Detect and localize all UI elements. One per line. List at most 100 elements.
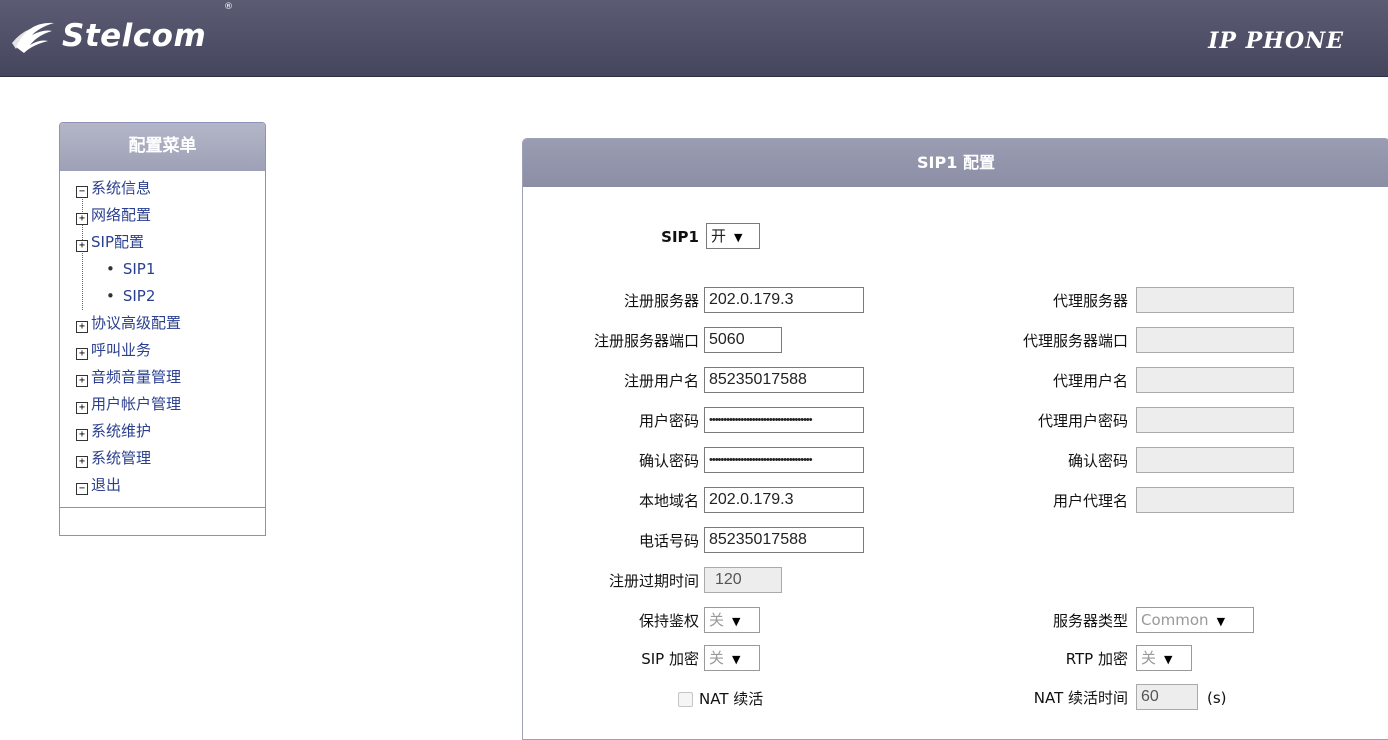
config-menu: 配置菜单 − 系统信息 + 网络配置 + SIP配置 • SIP1 • SIP2 + 协议高…: [59, 122, 266, 536]
sip1-config-panel: SIP1 配置 SIP1 开 ▼ 注册服务器 202.0.179.3 注册服务器端…: [522, 138, 1388, 740]
phone-number-label: 电话号码: [638, 532, 699, 550]
menu-footer-divider: [60, 507, 265, 508]
reg-username-input[interactable]: 85235017588: [704, 367, 864, 393]
local-domain-label: 本地域名: [638, 492, 699, 510]
menu-item-label: 用户帐户管理: [91, 395, 182, 413]
user-agent-label: 用户代理名: [1052, 492, 1128, 510]
reg-username-label: 注册用户名: [623, 372, 699, 390]
dropdown-arrow-icon: ▼: [734, 231, 743, 244]
reg-server-label: 注册服务器: [623, 292, 699, 310]
select-value: 关: [709, 649, 725, 667]
expand-icon[interactable]: +: [76, 375, 88, 387]
menu-item-label: 系统管理: [91, 449, 152, 467]
sip1-enable-select[interactable]: 开 ▼: [706, 223, 760, 249]
dropdown-arrow-icon: ▼: [732, 653, 741, 666]
menu-item-audio-volume[interactable]: + 音频音量管理: [60, 364, 265, 391]
menu-item-logout[interactable]: − 退出: [60, 472, 265, 499]
reg-expire-input[interactable]: 120: [704, 567, 782, 593]
menu-item-system-info[interactable]: − 系统信息: [60, 175, 265, 202]
proxy-server-input[interactable]: [1136, 287, 1294, 313]
expand-icon[interactable]: +: [76, 402, 88, 414]
sip-encryption-label: SIP 加密: [641, 650, 699, 668]
proxy-confirm-password-input[interactable]: [1136, 447, 1294, 473]
select-value: 关: [709, 611, 725, 629]
rtp-encryption-select[interactable]: 关 ▼: [1136, 645, 1192, 671]
brand-name: Stelcom: [62, 18, 207, 54]
local-domain-input[interactable]: 202.0.179.3: [704, 487, 864, 513]
menu-item-sip-config[interactable]: + SIP配置: [60, 229, 265, 256]
keep-auth-label: 保持鉴权: [638, 612, 699, 630]
proxy-username-label: 代理用户名: [1052, 372, 1128, 390]
stelcom-logo-icon: [12, 22, 54, 53]
server-type-label: 服务器类型: [1052, 612, 1128, 630]
menu-item-label: 网络配置: [91, 206, 152, 224]
user-password-input[interactable]: ••••••••••••••••••••••••••••••••••••: [704, 407, 864, 433]
expand-icon[interactable]: +: [76, 429, 88, 441]
server-type-select[interactable]: Common ▼: [1136, 607, 1254, 633]
expand-icon[interactable]: +: [76, 240, 88, 252]
menu-item-system-admin[interactable]: + 系统管理: [60, 445, 265, 472]
select-value: Common: [1141, 611, 1209, 629]
proxy-confirm-password-label: 确认密码: [1067, 452, 1128, 470]
menu-item-user-accounts[interactable]: + 用户帐户管理: [60, 391, 265, 418]
user-password-label: 用户密码: [638, 412, 699, 430]
bullet-icon: •: [106, 260, 115, 278]
expand-icon[interactable]: +: [76, 213, 88, 225]
keep-auth-select[interactable]: 关 ▼: [704, 607, 760, 633]
menu-item-maintenance[interactable]: + 系统维护: [60, 418, 265, 445]
menu-item-label: SIP1: [122, 260, 156, 278]
brand-logo: Stelcom: [10, 14, 206, 58]
dropdown-arrow-icon: ▼: [1216, 615, 1226, 628]
bullet-icon: •: [106, 287, 115, 305]
select-value: 关: [1141, 649, 1157, 667]
menu-item-label: SIP配置: [91, 233, 144, 251]
phone-number-input[interactable]: 85235017588: [704, 527, 864, 553]
menu-item-protocol-advanced[interactable]: + 协议高级配置: [60, 310, 265, 337]
proxy-port-input[interactable]: [1136, 327, 1294, 353]
nat-keepalive-time-label: NAT 续活时间: [1033, 689, 1128, 707]
reg-server-input[interactable]: 202.0.179.3: [704, 287, 864, 313]
user-agent-input[interactable]: [1136, 487, 1294, 513]
confirm-password-input[interactable]: ••••••••••••••••••••••••••••••••••••: [704, 447, 864, 473]
menu-item-sip1[interactable]: • SIP1: [60, 256, 265, 283]
menu-item-label: 系统维护: [91, 422, 152, 440]
nat-keepalive-checkbox[interactable]: [678, 692, 693, 707]
menu-item-label: 系统信息: [91, 179, 152, 197]
reg-port-input[interactable]: 5060: [704, 327, 782, 353]
select-value: 开: [711, 227, 727, 245]
panel-title: SIP1 配置: [523, 139, 1388, 187]
registered-mark: ®: [224, 2, 233, 12]
proxy-password-label: 代理用户密码: [1037, 412, 1128, 430]
nat-keepalive-label: NAT 续活: [699, 690, 764, 708]
nat-keepalive-time-unit: (s): [1207, 689, 1227, 707]
menu-item-network[interactable]: + 网络配置: [60, 202, 265, 229]
product-name: IP PHONE: [1208, 28, 1344, 54]
expand-icon[interactable]: +: [76, 321, 88, 333]
proxy-server-label: 代理服务器: [1052, 292, 1128, 310]
header-bar: Stelcom ® IP PHONE: [0, 0, 1388, 77]
reg-port-label: 注册服务器端口: [593, 332, 699, 350]
collapse-icon[interactable]: −: [76, 483, 88, 495]
sip1-enable-label: SIP1: [661, 228, 699, 246]
menu-item-label: 退出: [91, 476, 122, 494]
dropdown-arrow-icon: ▼: [1164, 653, 1173, 666]
rtp-encryption-label: RTP 加密: [1065, 650, 1128, 668]
menu-item-sip2[interactable]: • SIP2: [60, 283, 265, 310]
proxy-username-input[interactable]: [1136, 367, 1294, 393]
collapse-icon[interactable]: −: [76, 186, 88, 198]
proxy-password-input[interactable]: [1136, 407, 1294, 433]
menu-item-label: 协议高级配置: [91, 314, 182, 332]
confirm-password-label: 确认密码: [638, 452, 699, 470]
expand-icon[interactable]: +: [76, 456, 88, 468]
menu-item-label: SIP2: [122, 287, 156, 305]
sip-encryption-select[interactable]: 关 ▼: [704, 645, 760, 671]
expand-icon[interactable]: +: [76, 348, 88, 360]
menu-title: 配置菜单: [60, 123, 265, 171]
dropdown-arrow-icon: ▼: [732, 615, 741, 628]
proxy-port-label: 代理服务器端口: [1022, 332, 1128, 350]
reg-expire-label: 注册过期时间: [608, 572, 699, 590]
menu-item-label: 呼叫业务: [91, 341, 152, 359]
menu-item-label: 音频音量管理: [91, 368, 182, 386]
menu-item-call-service[interactable]: + 呼叫业务: [60, 337, 265, 364]
nat-keepalive-time-input[interactable]: 60: [1136, 684, 1198, 710]
